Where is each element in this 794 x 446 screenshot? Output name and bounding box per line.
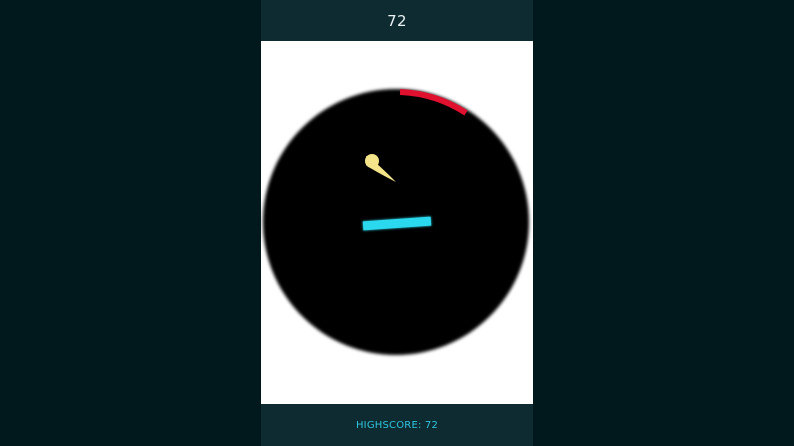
game-canvas[interactable] [261, 41, 533, 404]
highscore-label: HIGHSCORE: 72 [355, 419, 439, 431]
current-score: 72 [387, 11, 407, 30]
game-panel: 72 HIGHSCORE: 72 [261, 0, 533, 446]
screen: 72 HIGHSCORE: 72 [0, 0, 794, 446]
score-bar: 72 [261, 0, 533, 41]
highscore-bar: HIGHSCORE: 72 [261, 404, 533, 446]
play-area[interactable] [261, 41, 533, 404]
